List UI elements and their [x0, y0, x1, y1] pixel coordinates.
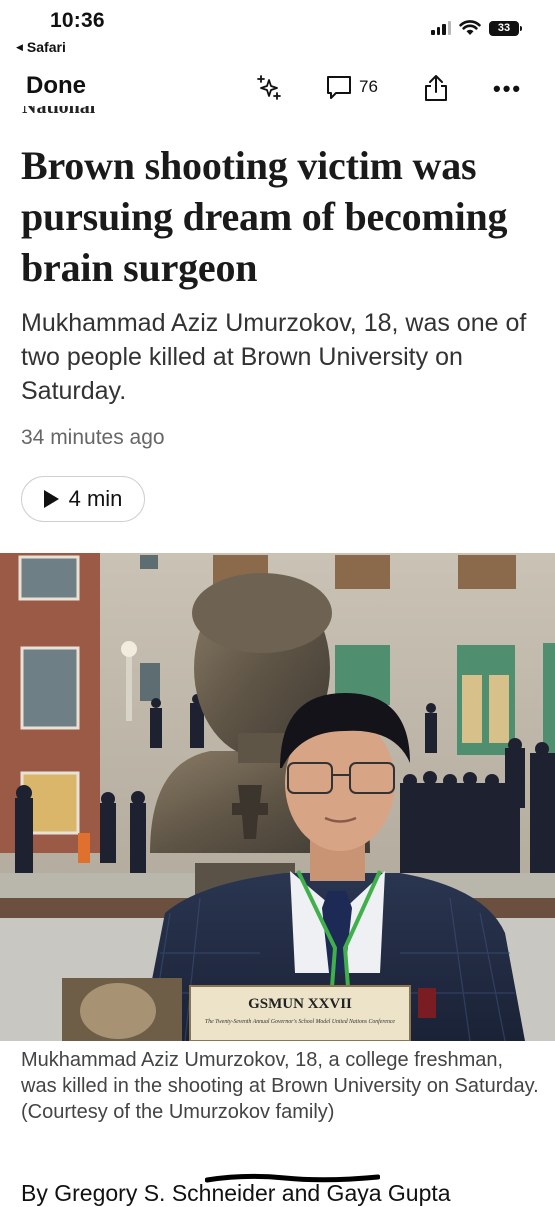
battery-icon: 33: [489, 20, 522, 36]
more-options-icon[interactable]: •••: [493, 76, 522, 102]
photo-illustration: GSMUN XXVII The Twenty-Seventh Annual Go…: [0, 553, 555, 1041]
share-icon: [425, 75, 447, 101]
article-photo[interactable]: GSMUN XXVII The Twenty-Seventh Annual Go…: [0, 553, 555, 1041]
certificate-subtitle: The Twenty-Seventh Annual Governor's Sch…: [205, 1018, 395, 1025]
article-dek: Mukhammad Aziz Umurzokov, 18, was one of…: [21, 309, 527, 405]
play-icon: [43, 490, 59, 508]
cellular-signal-icon: [431, 21, 451, 35]
certificate-title: GSMUN XXVII: [248, 996, 352, 1012]
comment-bubble-icon: [327, 76, 351, 99]
back-app-label: Safari: [26, 39, 66, 55]
back-to-app-link[interactable]: ◀ Safari: [16, 39, 66, 55]
ai-summary-button[interactable]: [255, 74, 283, 107]
photo-caption: Mukhammad Aziz Umurzokov, 18, a college …: [21, 1049, 539, 1123]
article-timestamp: 34 minutes ago: [21, 426, 165, 449]
redaction-scribble: [205, 1173, 380, 1183]
comment-count: 76: [359, 77, 378, 96]
section-label[interactable]: National: [22, 106, 222, 120]
back-triangle-icon: ◀: [16, 41, 23, 52]
done-button[interactable]: Done: [26, 72, 86, 100]
status-bar: 10:36 ◀ Safari 33: [0, 0, 555, 62]
listen-audio-button[interactable]: 4 min: [21, 476, 145, 522]
comments-button[interactable]: 76: [326, 74, 378, 100]
status-time: 10:36: [50, 9, 105, 32]
audio-duration: 4 min: [68, 486, 123, 511]
sparkle-icon: [257, 75, 281, 100]
article-headline: Brown shooting victim was pursuing dream…: [21, 143, 508, 290]
status-indicators: 33: [431, 20, 522, 36]
share-button[interactable]: [423, 74, 449, 107]
wifi-icon: [459, 20, 481, 35]
